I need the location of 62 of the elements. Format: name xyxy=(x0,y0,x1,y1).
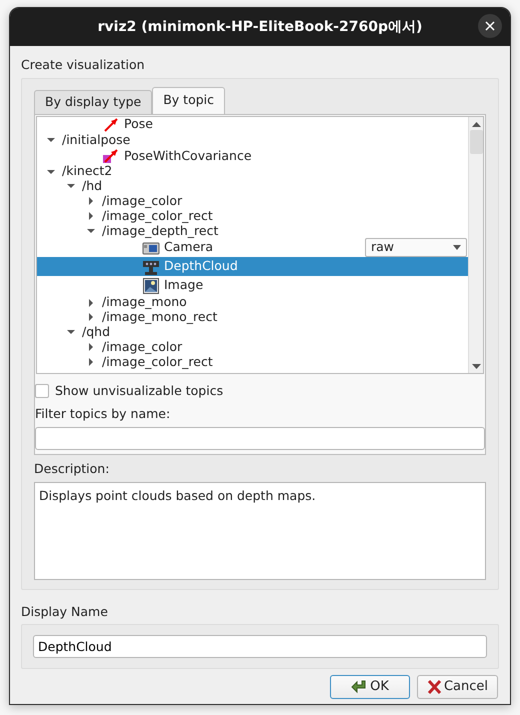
ok-button[interactable]: OK xyxy=(330,674,410,698)
collapse-arrow-icon[interactable] xyxy=(87,226,95,235)
tree-row[interactable]: PoseWithCovariance xyxy=(37,148,468,164)
tree-row[interactable]: Camera raw xyxy=(37,238,468,258)
display-name-label: Display Name xyxy=(21,604,108,619)
description-label: Description: xyxy=(34,461,110,476)
tree-row[interactable]: /image_color xyxy=(37,194,468,209)
tree-row[interactable]: Pose xyxy=(37,116,468,133)
tab[interactable]: By topic xyxy=(152,86,226,114)
close-icon xyxy=(485,21,495,31)
topic-name: /image_mono xyxy=(102,293,187,312)
topic-name: /image_mono_rect xyxy=(102,309,218,326)
checkbox[interactable] xyxy=(35,384,49,398)
topic-name: /image_color_rect xyxy=(102,208,213,225)
scroll-up-icon[interactable] xyxy=(472,122,480,126)
topic-name: /image_color_rect xyxy=(102,354,213,371)
display-type-name: Pose xyxy=(124,116,153,134)
tree-row[interactable]: /hd xyxy=(37,179,468,194)
tree-row[interactable]: /image_mono xyxy=(37,295,468,310)
tab[interactable]: By display type xyxy=(34,90,152,114)
display-type-name: DepthCloud xyxy=(164,257,238,276)
cross-icon xyxy=(426,678,442,694)
transport-dropdown[interactable]: raw xyxy=(365,238,467,258)
tree-row[interactable]: /kinect2 xyxy=(37,164,468,180)
check-arrow-icon xyxy=(351,678,368,694)
close-button[interactable] xyxy=(478,14,502,38)
collapse-arrow-icon[interactable] xyxy=(67,328,75,336)
tree-row[interactable]: /image_mono_rect xyxy=(37,310,468,325)
filter-field[interactable] xyxy=(35,427,485,450)
display-type-name: Image xyxy=(164,276,204,294)
topic-name: /image_depth_rect xyxy=(102,222,218,240)
caret-icon xyxy=(453,245,461,250)
collapse-arrow-icon[interactable] xyxy=(47,168,55,176)
topic-name: /qhd xyxy=(82,324,110,341)
display-name-field[interactable]: DepthCloud xyxy=(33,634,487,658)
tree-row[interactable]: /image_depth_rect xyxy=(37,223,468,238)
topic-name: /initialpose xyxy=(62,131,130,150)
window-title: rviz2 (minimonk-HP-EliteBook-2760p에서) xyxy=(98,18,422,36)
cancel-button[interactable]: Cancel xyxy=(417,674,498,698)
scroll-down-icon[interactable] xyxy=(472,364,480,368)
scrollbar[interactable] xyxy=(468,116,483,372)
topic-name: /image_color xyxy=(102,338,182,356)
display-type-name: Camera xyxy=(164,238,214,256)
arrow-icon xyxy=(102,116,120,134)
filter-label: Filter topics by name: xyxy=(35,406,170,422)
tree-row[interactable]: /image_color_rect xyxy=(37,208,468,224)
section-label: Create visualization xyxy=(21,57,145,72)
checkbox-label: Show unvisualizable topics xyxy=(55,382,224,400)
image-icon xyxy=(142,276,160,295)
description-text: Displays point clouds based on depth maps. xyxy=(39,488,316,503)
tree-row[interactable]: DepthCloud xyxy=(37,257,468,276)
arrow-square-icon xyxy=(102,147,120,166)
tree-row[interactable]: /initialpose xyxy=(37,133,468,148)
tree-row[interactable]: /qhd xyxy=(37,324,468,340)
topic-name: /image_color xyxy=(102,192,182,210)
collapse-arrow-icon[interactable] xyxy=(47,136,55,144)
tree-row[interactable]: Image xyxy=(37,276,468,296)
tree-row[interactable]: /image_color_rect xyxy=(37,354,468,370)
tree-row[interactable]: /image_color xyxy=(37,340,468,354)
collapse-arrow-icon[interactable] xyxy=(67,182,75,190)
scroll-thumb[interactable] xyxy=(470,130,482,154)
display-type-name: PoseWithCovariance xyxy=(124,147,252,165)
